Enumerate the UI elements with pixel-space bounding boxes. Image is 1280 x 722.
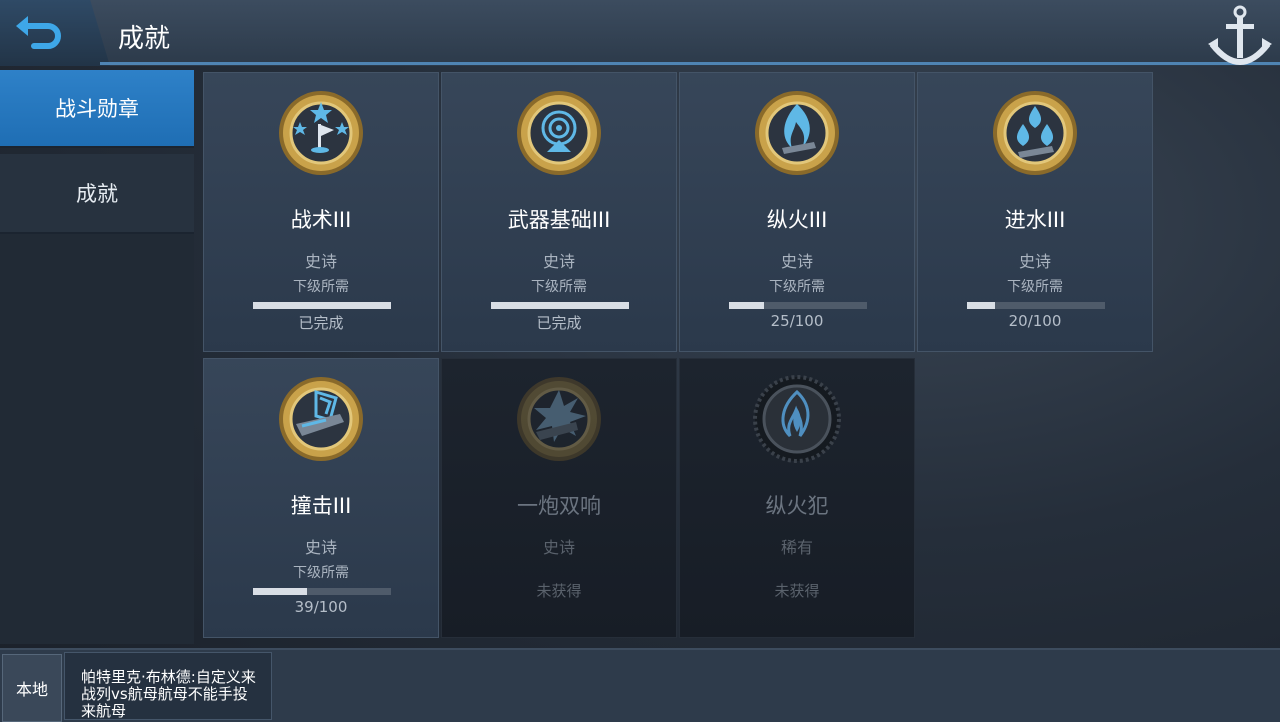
page-title: 成就	[118, 24, 171, 54]
medal-card-locked[interactable]: 一炮双响 史诗 未获得	[441, 358, 677, 638]
medal-requirement: 下级所需	[293, 565, 349, 581]
medal-name: 战术III	[290, 208, 352, 232]
progress-bar	[491, 302, 629, 309]
medal-rarity: 史诗	[304, 538, 337, 557]
flag-stars-medal-icon	[279, 91, 363, 175]
medal-status: 未获得	[774, 582, 820, 600]
progress-fill	[729, 302, 764, 309]
medal-rarity: 史诗	[1018, 252, 1051, 271]
sidebar-item-label: 成就	[76, 182, 118, 206]
progress-bar	[967, 302, 1105, 309]
progress-bar	[253, 588, 391, 595]
ram-medal-icon	[279, 377, 363, 461]
sidebar-item-label: 战斗勋章	[55, 97, 139, 121]
sidebar-item-battle-medals[interactable]: 战斗勋章	[0, 70, 194, 148]
medal-name: 纵火III	[766, 208, 828, 232]
medal-status: 20/100	[1008, 312, 1062, 330]
sidebar-item-achievements[interactable]: 成就	[0, 154, 194, 234]
progress-bar	[729, 302, 867, 309]
top-bar: 成就	[0, 0, 1280, 66]
medal-requirement: 下级所需	[531, 279, 587, 295]
medal-name: 武器基础III	[507, 208, 611, 232]
medal-card[interactable]: 武器基础III 史诗 下级所需 已完成	[441, 72, 677, 352]
sidebar-background	[0, 234, 194, 644]
medal-rarity: 稀有	[780, 538, 813, 557]
flame-wreath-medal-icon	[753, 375, 841, 463]
medal-status: 25/100	[770, 312, 824, 330]
medal-status: 已完成	[298, 314, 344, 332]
chat-channel-button[interactable]: 本地	[2, 654, 62, 722]
water-drops-medal-icon	[993, 91, 1077, 175]
medal-status: 39/100	[294, 598, 348, 616]
medal-requirement: 下级所需	[769, 279, 825, 295]
medal-name: 进水III	[1004, 208, 1066, 232]
medal-card[interactable]: 纵火III 史诗 下级所需 25/100	[679, 72, 915, 352]
medal-name: 纵火犯	[765, 494, 829, 518]
progress-fill	[253, 588, 307, 595]
medal-status: 未获得	[536, 582, 582, 600]
progress-fill	[491, 302, 629, 309]
medal-card[interactable]: 战术III 史诗 下级所需 已完成	[203, 72, 439, 352]
medal-requirement: 下级所需	[1007, 279, 1063, 295]
medal-card[interactable]: 撞击III 史诗 下级所需 39/100	[203, 358, 439, 638]
medal-requirement: 下级所需	[293, 279, 349, 295]
medal-rarity: 史诗	[542, 252, 575, 271]
medal-rarity: 史诗	[780, 252, 813, 271]
explosion-medal-icon	[517, 377, 601, 461]
medal-grid: 战术III 史诗 下级所需 已完成 武器基础III 史诗 下级所需 已完成 纵火…	[200, 72, 1160, 642]
flame-medal-icon	[755, 91, 839, 175]
medal-card-locked[interactable]: 纵火犯 稀有 未获得	[679, 358, 915, 638]
anchor-icon[interactable]	[1208, 0, 1272, 72]
radar-medal-icon	[517, 91, 601, 175]
chat-message[interactable]: 帕特里克·布林德:自定义来战列vs航母航母不能手投来航母	[64, 652, 272, 720]
back-arrow-icon	[16, 16, 61, 49]
progress-fill	[253, 302, 391, 309]
back-button[interactable]	[12, 12, 68, 52]
medal-name: 一炮双响	[517, 494, 601, 518]
medal-rarity: 史诗	[304, 252, 337, 271]
medal-card[interactable]: 进水III 史诗 下级所需 20/100	[917, 72, 1153, 352]
chat-bar: 本地 帕特里克·布林德:自定义来战列vs航母航母不能手投来航母	[0, 648, 1280, 722]
medal-rarity: 史诗	[542, 538, 575, 557]
header-divider	[100, 62, 1280, 65]
medal-status: 已完成	[536, 314, 582, 332]
sidebar: 战斗勋章 成就	[0, 70, 194, 234]
medal-name: 撞击III	[290, 494, 352, 518]
progress-fill	[967, 302, 995, 309]
progress-bar	[253, 302, 391, 309]
